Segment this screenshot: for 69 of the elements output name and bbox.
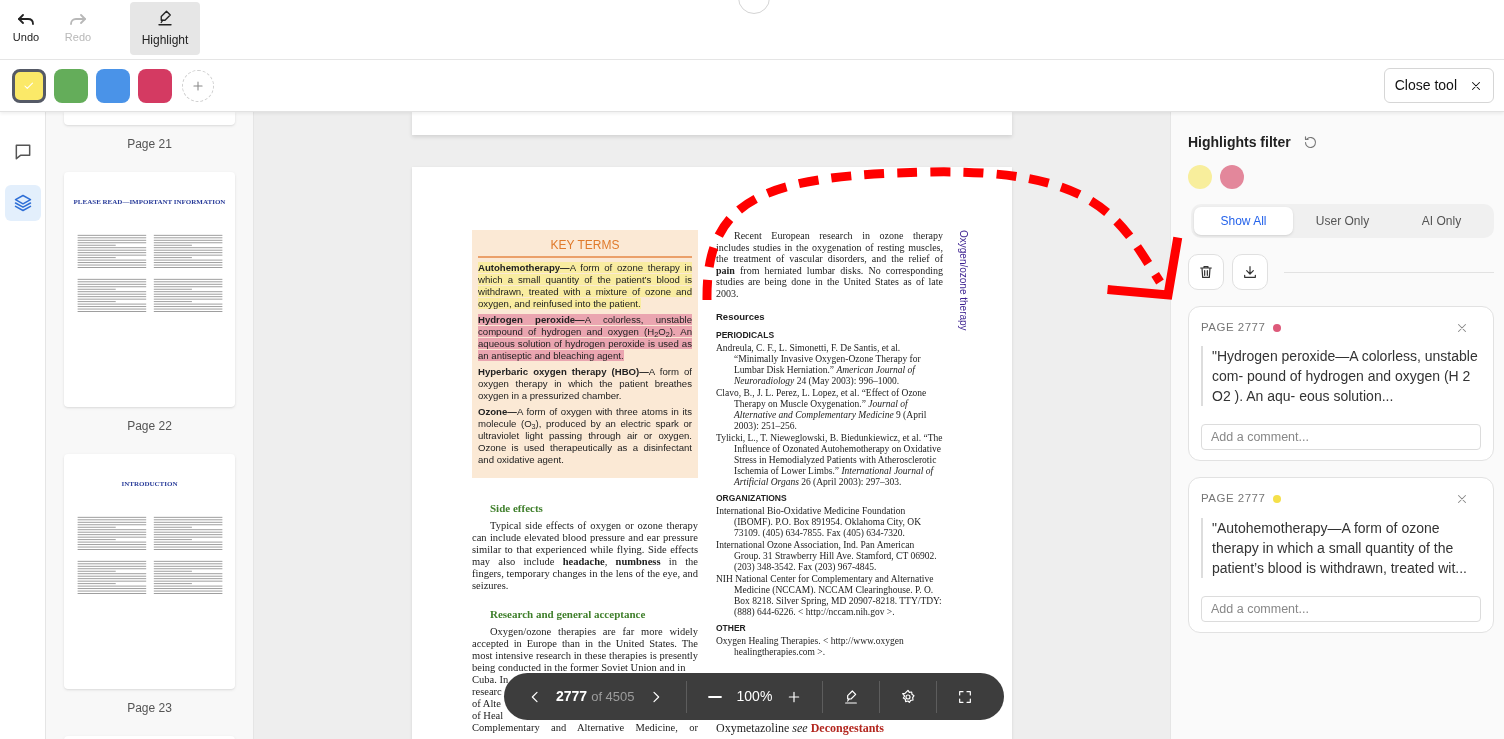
undo-button[interactable]: Undo	[4, 2, 48, 57]
reference-entry: NIH National Center for Complementary and Alternative Medicine (NCCAM). NCCAM Clearinghouse. P. O. Box 8218. Silver Spring, MD 20907-8218. TTY/TDY: (888) 644-6226. < http://nccam.nih.gov >.	[716, 574, 943, 618]
body-paragraph: Oxygen/ozone therapies are far more widely accepted in Europe than in the United States. The most intensive research in these therapies is presently being conducted in the former Soviet Union and in	[472, 626, 698, 674]
undo-icon	[18, 13, 34, 25]
running-title: Oxygen/ozone therapy	[957, 230, 969, 331]
reference-entry: Oxygen Healing Therapies. < http://www.oxygen healingtherapies.com >.	[716, 636, 905, 658]
text-fragment: of Heal	[472, 710, 504, 722]
zoom-out-icon	[707, 695, 722, 698]
color-swatch[interactable]	[12, 68, 46, 103]
page-label: Page 21	[127, 137, 172, 151]
close-tool-button[interactable]: Close tool	[1383, 68, 1494, 103]
download-button[interactable]	[1232, 254, 1268, 290]
layers-tab[interactable]	[4, 185, 41, 221]
section-heading: Resources	[716, 311, 766, 323]
color-swatch[interactable]	[54, 68, 88, 103]
comment-field[interactable]: Add a comment...	[1201, 595, 1481, 622]
section-subheading: PERIODICALS	[716, 329, 776, 341]
key-terms-title: KEY TERMS	[478, 238, 692, 258]
section-subheading: OTHER	[716, 622, 747, 634]
cross-reference-link[interactable]: Decongestants	[810, 721, 884, 735]
highlight-quote: "Autohemotherapy—A form of ozone therapy in which a small quantity of the patient’s blood is withdrawn, treated wit...	[1201, 517, 1481, 578]
zoom-level: 100%	[736, 687, 773, 706]
highlighter-icon	[156, 8, 174, 27]
reset-button[interactable]	[1302, 135, 1318, 150]
color-swatch[interactable]	[96, 68, 130, 103]
reference-entry: Andreula, C. F., L. Simonetti, F. De Santis, et al. “Minimally Invasive Oxygen-Ozone Therapy for Lumbar Disk Herniation.” American Journal of Neuroradiology 24 (May 2003): 996–1000.	[716, 343, 922, 387]
fullscreen-icon	[957, 688, 974, 705]
page-label: Page 22	[127, 419, 172, 433]
highlight-quote: "Hydrogen peroxide—A colorless, unstable com- pound of hydrogen and oxygen (H 2 O2 ). An aqu- eous solution...	[1201, 346, 1481, 407]
page-reference: PAGE 2777	[1201, 320, 1266, 335]
text-fragment: researc	[472, 686, 502, 698]
reference-entry: Tylicki, L., T. Nieweglowski, B. Biedunkiewicz, et al. “The Influence of Ozonated Autohemotherapy on Oxidative Stress in Hemodialyzed Patients with Atherosclerotic Ischemia of Lower Limbs.” International Journal of Artificial Organs 26 (April 2003): 297–303.	[716, 433, 943, 488]
filter-tab[interactable]: AI Only	[1392, 207, 1491, 235]
delete-icon	[1198, 264, 1214, 280]
color-swatch[interactable]	[138, 68, 172, 103]
section-subheading: ORGANIZATIONS	[716, 492, 788, 504]
page-thumbnail[interactable]	[64, 112, 235, 125]
see-label: see	[792, 721, 808, 735]
key-term-definition: Autohemotherapy—A form of ozone therapy in which a small quantity of the patient’s blood is withdrawn, treated with a mixture of ozone and oxygen, and reinfused into the patient.	[478, 262, 692, 310]
plus-icon	[191, 78, 205, 93]
reference-entry: International Ozone Association, Ind. Pan American Group. 31 Strawberry Hill Ave. Stamford, CT 06902. (203) 348-3542. Fax (203) 967-4845.	[716, 540, 938, 573]
filter-tab[interactable]: User Only	[1293, 207, 1392, 235]
text-fragment: of Alte	[472, 698, 501, 710]
panel-title: Highlights filter	[1188, 133, 1291, 152]
filter-tab[interactable]: Show All	[1194, 207, 1293, 235]
body-paragraph: Recent European research in ozone therapy includes studies in the oxygenation of resting muscles, the treatment of vascular disorders, and the relief of pain from herniated lumbar disks. No corresponding studies are being done in the United States as of late 2003.	[716, 230, 943, 299]
page-reference: PAGE 2777	[1201, 491, 1266, 507]
key-term-definition: Hyperbaric oxygen therapy (HBO)—A form of oxygen therapy in which the patient breathes oxygen in a pressurized chamber.	[478, 366, 692, 402]
text-line: Complementary and Alternative Medicine, or	[472, 722, 698, 734]
reference-entry: Clavo, B., J. L. Perez, L. Lopez, et al. “Effect of Ozone Therapy on Muscle Oxygenation.” Journal of Alternative and Complementary Medicine 9 (April 2003): 251–256.	[716, 388, 928, 432]
key-term-definition: Hydrogen peroxide—A colorless, unstable compound of hydrogen and oxygen (H$_{2}$O$_{2}$). An aqueous solution of hydrogen peroxide is used as an antiseptic and bleaching agent.	[478, 314, 692, 362]
delete-button[interactable]	[1188, 254, 1224, 290]
highlight-tool-button[interactable]: Highlight	[130, 2, 200, 55]
total-pages: of 4505	[591, 688, 635, 706]
section-heading: Research and general acceptance	[489, 608, 647, 620]
text-fragment: Cuba. In	[472, 674, 509, 686]
layers-icon	[12, 193, 33, 213]
redo-icon	[70, 13, 86, 25]
reference-entry: International Bio-Oxidative Medicine Foundation (IBOMF). P.O. Box 891954. Oklahoma City, OK 73109. (405) 634-7855. Fax (405) 634-7320.	[716, 506, 922, 539]
index-term: Oxymetazoline	[716, 721, 790, 735]
highlighter-icon	[843, 688, 860, 705]
section-heading: Side effects	[489, 502, 544, 514]
key-term-definition: Ozone—A form of oxygen with three atoms in its molecule (O$_{3}$), produced by an electric spark or ultraviolet light passing through air or oxygen. Ozone is used therapeutically as a disinfectant and oxidative agent.	[478, 406, 692, 466]
body-paragraph: Typical side effects of oxygen or ozone therapy can include elevated blood pressure and ear pressure similar to that experienced while flying. Side effects may also include headache, numbness in the fingers, temporary changes in the lens of the eye, and seizures.	[472, 520, 698, 592]
page-label: Page 23	[127, 701, 172, 715]
comment-field[interactable]: Add a comment...	[1201, 424, 1481, 451]
settings-icon	[900, 688, 917, 705]
current-page-number[interactable]: 2777	[556, 686, 588, 707]
download-icon	[1242, 264, 1258, 280]
